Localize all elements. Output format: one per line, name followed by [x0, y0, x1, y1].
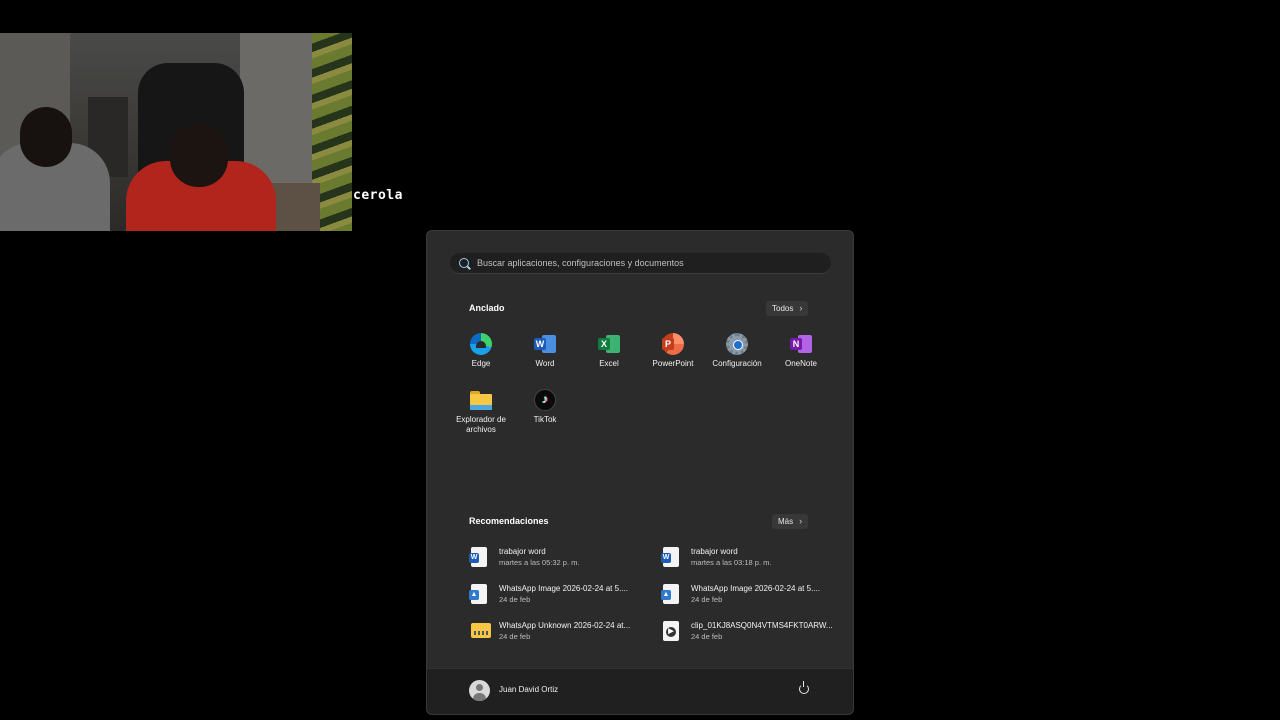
app-label: Excel	[599, 359, 619, 368]
power-icon[interactable]	[799, 681, 809, 694]
onenote-icon: N	[790, 333, 812, 355]
chevron-right-icon: ›	[799, 516, 803, 526]
webcam-label: cerola	[353, 188, 403, 203]
app-label: Configuración	[712, 359, 762, 368]
pinned-app-edge[interactable]: Edge	[449, 333, 513, 369]
more-label: Más	[778, 517, 794, 526]
pinned-app-onenote[interactable]: N OneNote	[769, 333, 833, 369]
edge-icon	[470, 333, 492, 355]
file-name: WhatsApp Image 2026-02-24 at 5....	[499, 584, 628, 593]
file-date: 24 de feb	[499, 595, 531, 604]
app-label: PowerPoint	[652, 359, 694, 368]
word-document-icon: W	[661, 547, 679, 567]
app-label: TikTok	[533, 415, 557, 424]
file-date: 24 de feb	[499, 632, 531, 641]
file-date: 24 de feb	[691, 632, 723, 641]
recommended-item[interactable]: WhatsApp Unknown 2026-02-24 at... 24 de …	[471, 618, 651, 646]
excel-icon: X	[598, 333, 620, 355]
image-file-icon: ▲	[469, 584, 487, 604]
file-name: trabajor word	[691, 547, 738, 556]
word-icon: W	[534, 333, 556, 355]
app-label: Explorador de archivos	[456, 415, 506, 434]
file-name: WhatsApp Image 2026-02-24 at 5....	[691, 584, 820, 593]
powerpoint-icon: P	[662, 333, 684, 355]
recommended-item[interactable]: ▶ clip_01KJ8ASQ0N4VTMS4FKT0ARW... 24 de …	[663, 618, 843, 646]
search-box[interactable]	[450, 253, 831, 274]
start-footer: Juan David Ortiz	[427, 668, 853, 714]
pinned-app-tiktok[interactable]: ♪ TikTok	[513, 389, 577, 425]
search-icon	[459, 258, 469, 268]
video-file-icon: ▶	[663, 621, 679, 641]
file-name: clip_01KJ8ASQ0N4VTMS4FKT0ARW...	[691, 621, 833, 630]
user-name[interactable]: Juan David Ortiz	[499, 685, 558, 694]
folder-icon	[470, 389, 492, 411]
zip-folder-icon	[471, 623, 491, 638]
webcam-overlay	[0, 33, 352, 231]
more-button[interactable]: Más ›	[772, 514, 809, 529]
pinned-title: Anclado	[469, 303, 505, 313]
word-document-icon: W	[469, 547, 487, 567]
recommended-item[interactable]: ▲ WhatsApp Image 2026-02-24 at 5.... 24 …	[661, 581, 843, 609]
chevron-right-icon: ›	[799, 303, 803, 313]
file-name: trabajor word	[499, 547, 546, 556]
all-apps-button[interactable]: Todos ›	[766, 301, 809, 316]
file-date: martes a las 03:18 p. m.	[691, 558, 772, 567]
start-menu: Anclado Todos › Edge W Word X Excel P Pow…	[426, 230, 854, 715]
app-label: OneNote	[784, 359, 818, 368]
all-apps-label: Todos	[772, 304, 794, 313]
file-name: WhatsApp Unknown 2026-02-24 at...	[499, 621, 631, 630]
pinned-app-file-explorer[interactable]: Explorador de archivos	[449, 389, 513, 435]
tiktok-icon: ♪	[534, 389, 556, 411]
recommended-title: Recomendaciones	[469, 516, 549, 526]
pinned-app-excel[interactable]: X Excel	[577, 333, 641, 369]
recommended-item[interactable]: W trabajor word martes a las 03:18 p. m.	[661, 544, 843, 572]
file-date: 24 de feb	[691, 595, 723, 604]
app-label: Word	[535, 359, 555, 368]
image-file-icon: ▲	[661, 584, 679, 604]
file-date: martes a las 05:32 p. m.	[499, 558, 580, 567]
pinned-app-settings[interactable]: Configuración	[705, 333, 769, 369]
pinned-app-word[interactable]: W Word	[513, 333, 577, 369]
user-avatar-icon[interactable]	[469, 680, 490, 701]
recommended-item[interactable]: W trabajor word martes a las 05:32 p. m.	[469, 544, 651, 572]
search-input[interactable]	[477, 253, 817, 273]
app-label: Edge	[471, 359, 491, 368]
pinned-app-powerpoint[interactable]: P PowerPoint	[641, 333, 705, 369]
gear-icon	[726, 333, 748, 355]
recommended-item[interactable]: ▲ WhatsApp Image 2026-02-24 at 5.... 24 …	[469, 581, 651, 609]
